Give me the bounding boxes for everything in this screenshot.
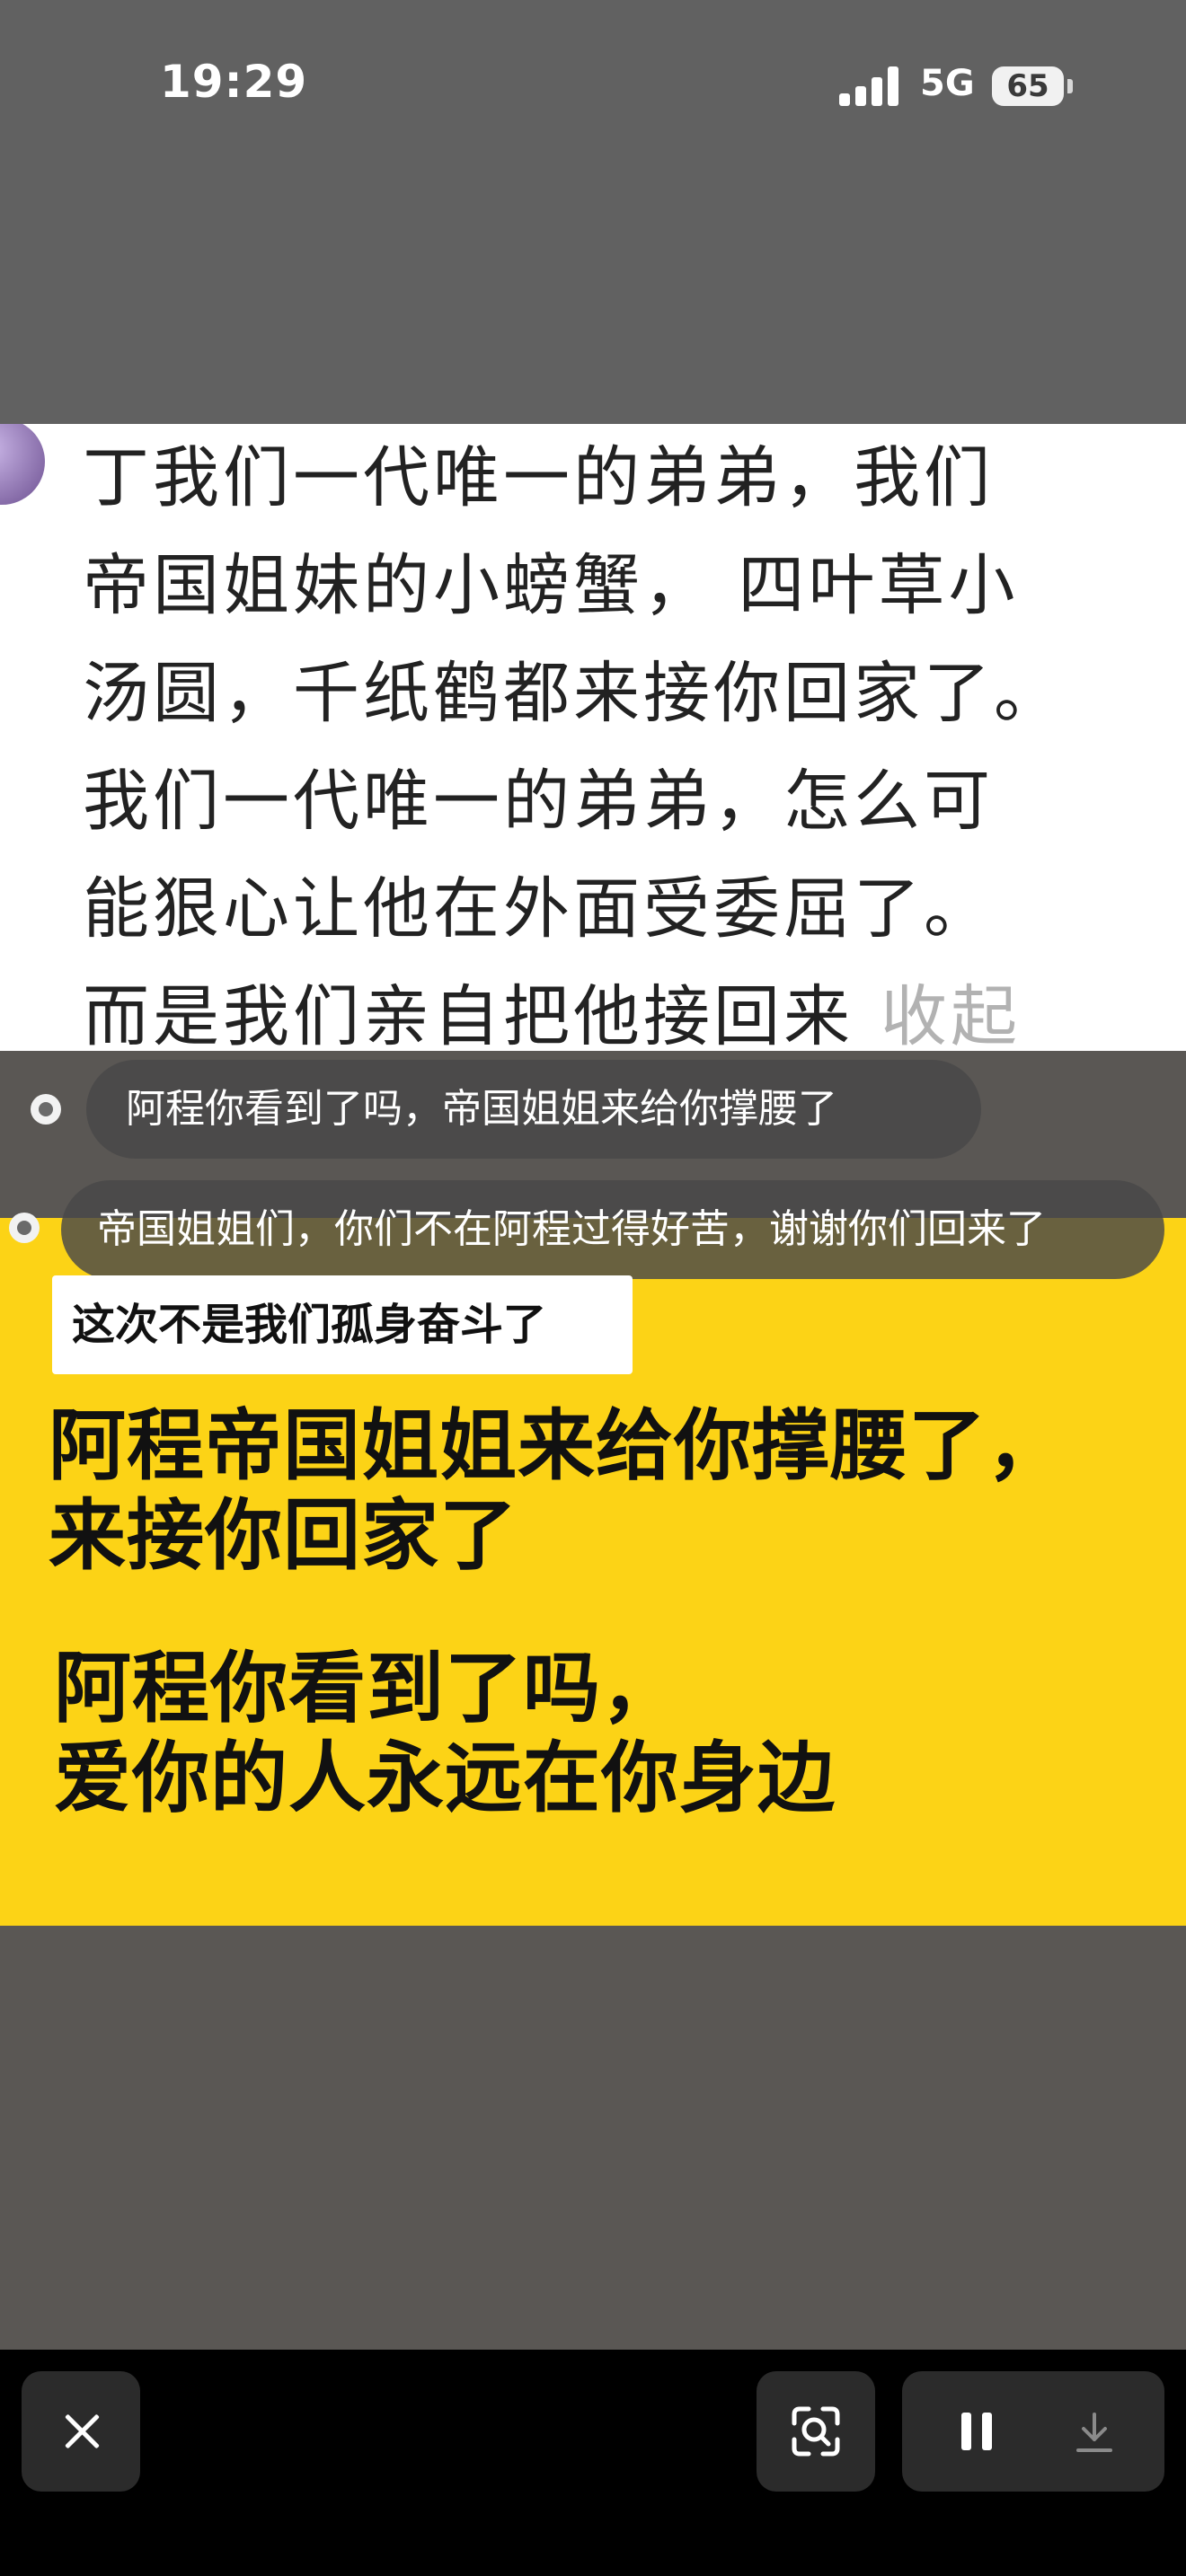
headline-line: 来接你回家了 bbox=[49, 1491, 518, 1581]
headline-line: 阿程你看到了吗， bbox=[54, 1644, 679, 1734]
comment-line: 帝国姐妹的小螃蟹， 四叶草小 bbox=[83, 547, 1019, 624]
close-button[interactable] bbox=[22, 2371, 140, 2492]
collapse-link[interactable]: 收起 bbox=[881, 978, 1021, 1051]
comment-line: 丁我们一代唯一的弟弟，我们 bbox=[83, 439, 994, 516]
comment-line: 我们一代唯一的弟弟，怎么可 bbox=[83, 763, 994, 840]
headline-line: 爱你的人永远在你身边 bbox=[54, 1734, 836, 1823]
comment-line-text: 而是我们亲自把他接回来 bbox=[83, 978, 854, 1051]
battery-nub bbox=[1067, 79, 1073, 93]
comment-line: 能狠心让他在外面受委屈了。 bbox=[83, 870, 994, 948]
danmaku-bubble: 帝国姐姐们，你们不在阿程过得好苦，谢谢你们回来了 bbox=[61, 1180, 1164, 1279]
video-caption-label: 这次不是我们孤身奋斗了 bbox=[52, 1275, 633, 1374]
comment-line: 汤圆，千纸鹤都来接你回家了。 bbox=[83, 655, 1064, 732]
danmaku-dot-icon bbox=[31, 1094, 61, 1125]
danmaku-bubble: 阿程你看到了吗，帝国姐姐来给你撑腰了 bbox=[86, 1060, 981, 1159]
signal-icon bbox=[839, 66, 902, 106]
comment-panel: 丁我们一代唯一的弟弟，我们 帝国姐妹的小螃蟹， 四叶草小 汤圆，千纸鹤都来接你回… bbox=[0, 424, 1186, 1051]
comment-line-last: 而是我们亲自把他接回来 收起 bbox=[83, 963, 1179, 1051]
video-headline-2: 阿程你看到了吗， 爱你的人永远在你身边 bbox=[54, 1644, 836, 1823]
video-headline-1: 阿程帝国姐姐来给你撑腰了， 来接你回家了 bbox=[49, 1401, 1065, 1581]
danmaku-dot-icon bbox=[9, 1213, 40, 1243]
visual-search-icon bbox=[792, 2406, 840, 2457]
download-icon[interactable] bbox=[1069, 2407, 1120, 2457]
pause-icon[interactable] bbox=[961, 2413, 994, 2450]
battery-icon: 65 bbox=[992, 66, 1064, 106]
comment-text: 丁我们一代唯一的弟弟，我们 帝国姐妹的小螃蟹， 四叶草小 汤圆，千纸鹤都来接你回… bbox=[83, 424, 1179, 1051]
network-type: 5G bbox=[920, 63, 975, 104]
visual-search-button[interactable] bbox=[757, 2371, 875, 2492]
headline-line: 阿程帝国姐姐来给你撑腰了， bbox=[49, 1401, 1065, 1491]
playback-controls bbox=[902, 2371, 1164, 2492]
avatar bbox=[0, 424, 45, 505]
close-icon bbox=[63, 2413, 101, 2450]
status-time: 19:29 bbox=[160, 56, 308, 108]
